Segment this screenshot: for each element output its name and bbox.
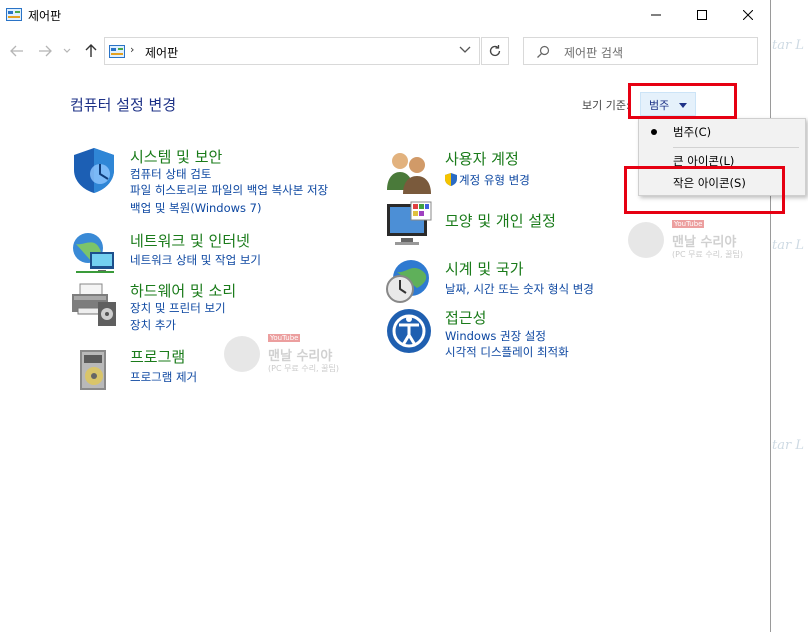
minimize-icon — [651, 14, 661, 16]
youtube-watermark: YouTube 맨날 수리야 (PC 무료 수리, 꿀팁) — [626, 218, 766, 262]
category-link[interactable]: 날짜, 시간 또는 숫자 형식 변경 — [445, 281, 594, 297]
chevron-down-icon — [63, 48, 71, 53]
category-title[interactable]: 사용자 계정 — [445, 148, 519, 169]
category-appearance: 모양 및 개인 설정 — [385, 200, 635, 250]
address-bar[interactable]: › 제어판 — [104, 37, 480, 65]
title-bar[interactable]: 제어판 — [0, 0, 771, 30]
menu-separator — [673, 147, 799, 148]
maximize-icon — [697, 10, 707, 20]
up-button[interactable] — [82, 42, 100, 60]
close-icon — [743, 10, 753, 20]
category-user-accounts: 사용자 계정 계정 유형 변경 — [385, 148, 635, 194]
refresh-button[interactable] — [481, 37, 509, 65]
refresh-icon — [489, 45, 501, 57]
breadcrumb-chevron-icon: › — [130, 43, 135, 56]
category-hardware-sound: 하드웨어 및 소리 장치 및 프린터 보기 장치 추가 — [70, 280, 370, 332]
window-title: 제어판 — [28, 9, 62, 23]
watermark-name: 맨날 수리야 — [268, 349, 333, 364]
watermark-badge: YouTube — [672, 220, 705, 228]
watermark-name: 맨날 수리야 — [672, 235, 737, 250]
highlight-box-view-by — [628, 83, 737, 119]
category-link[interactable]: 프로그램 제거 — [130, 369, 197, 385]
menu-item-label: 범주(C) — [673, 125, 712, 139]
control-panel-icon — [109, 45, 125, 58]
navigation-bar: › 제어판 제어판 검색 — [0, 34, 771, 68]
category-title[interactable]: 시스템 및 보안 — [130, 146, 222, 167]
forward-button[interactable] — [36, 42, 54, 60]
watermark-badge: YouTube — [268, 334, 301, 342]
search-icon — [537, 45, 550, 58]
chevron-down-icon[interactable] — [459, 46, 471, 54]
monitor-icon — [387, 201, 432, 245]
category-title[interactable]: 네트워크 및 인터넷 — [130, 230, 250, 251]
category-link[interactable]: 시각적 디스플레이 최적화 — [445, 344, 569, 360]
category-link[interactable]: 장치 추가 — [130, 317, 176, 333]
category-link[interactable]: 계정 유형 변경 — [459, 172, 530, 188]
close-button[interactable] — [725, 0, 771, 30]
category-title[interactable]: 프로그램 — [130, 346, 185, 367]
youtube-watermark: YouTube 맨날 수리야 (PC 무료 수리, 꿀팁) — [222, 332, 362, 376]
category-title[interactable]: 모양 및 개인 설정 — [445, 210, 556, 231]
watermark-logo-icon — [628, 222, 664, 258]
category-title[interactable]: 시계 및 국가 — [445, 258, 524, 279]
category-link[interactable]: 장치 및 프린터 보기 — [130, 300, 226, 316]
search-placeholder: 제어판 검색 — [564, 46, 624, 60]
clock-globe-icon — [386, 260, 429, 303]
category-link[interactable]: 네트워크 상태 및 작업 보기 — [130, 252, 261, 268]
programs-disc-icon — [80, 350, 106, 390]
minimize-button[interactable] — [633, 0, 679, 30]
category-title[interactable]: 접근성 — [445, 307, 486, 328]
shield-icon — [74, 148, 114, 193]
uac-shield-icon — [445, 173, 457, 186]
star-watermark: tar L — [772, 438, 804, 453]
category-title[interactable]: 하드웨어 및 소리 — [130, 280, 236, 301]
back-button[interactable] — [8, 42, 26, 60]
category-clock-region: 시계 및 국가 날짜, 시간 또는 숫자 형식 변경 — [385, 258, 635, 306]
watermark-sub: (PC 무료 수리, 꿀팁) — [672, 250, 743, 259]
highlight-box-small-icons — [624, 166, 785, 214]
category-link[interactable]: 파일 히스토리로 파일의 백업 복사본 저장 — [130, 182, 328, 198]
category-link[interactable]: 컴퓨터 상태 검토 — [130, 166, 211, 182]
menu-item-category[interactable]: 범주(C) — [639, 121, 805, 143]
control-panel-app-icon — [6, 8, 22, 21]
network-globe-icon — [73, 233, 114, 273]
star-watermark: tar L — [772, 238, 804, 253]
watermark-sub: (PC 무료 수리, 꿀팁) — [268, 364, 339, 373]
printer-icon — [72, 283, 116, 326]
watermark-logo-icon — [224, 336, 260, 372]
star-watermark: tar L — [772, 38, 804, 53]
maximize-button[interactable] — [679, 0, 725, 30]
breadcrumb[interactable]: 제어판 — [145, 44, 178, 61]
category-accessibility: 접근성 Windows 권장 설정 시각적 디스플레이 최적화 — [385, 307, 635, 359]
category-system-security: 시스템 및 보안 컴퓨터 상태 검토 파일 히스토리로 파일의 백업 복사본 저… — [70, 146, 370, 218]
recent-locations-button[interactable] — [62, 42, 72, 60]
page-title: 컴퓨터 설정 변경 — [70, 96, 177, 114]
search-input[interactable]: 제어판 검색 — [523, 37, 758, 65]
users-icon — [387, 153, 431, 194]
arrow-left-icon — [10, 45, 23, 57]
arrow-up-icon — [85, 44, 97, 57]
arrow-right-icon — [39, 45, 52, 57]
category-link[interactable]: 백업 및 복원(Windows 7) — [130, 200, 262, 216]
control-panel-window: 제어판 › 제어판 제어판 검색 컴퓨터 설정 변경 보기 기준: 범주 시스템… — [0, 0, 806, 632]
radio-dot-icon — [651, 129, 657, 135]
category-network-internet: 네트워크 및 인터넷 네트워크 상태 및 작업 보기 — [70, 230, 370, 278]
category-link[interactable]: Windows 권장 설정 — [445, 328, 546, 344]
view-by-label: 보기 기준: — [582, 99, 630, 112]
accessibility-icon — [387, 309, 431, 353]
